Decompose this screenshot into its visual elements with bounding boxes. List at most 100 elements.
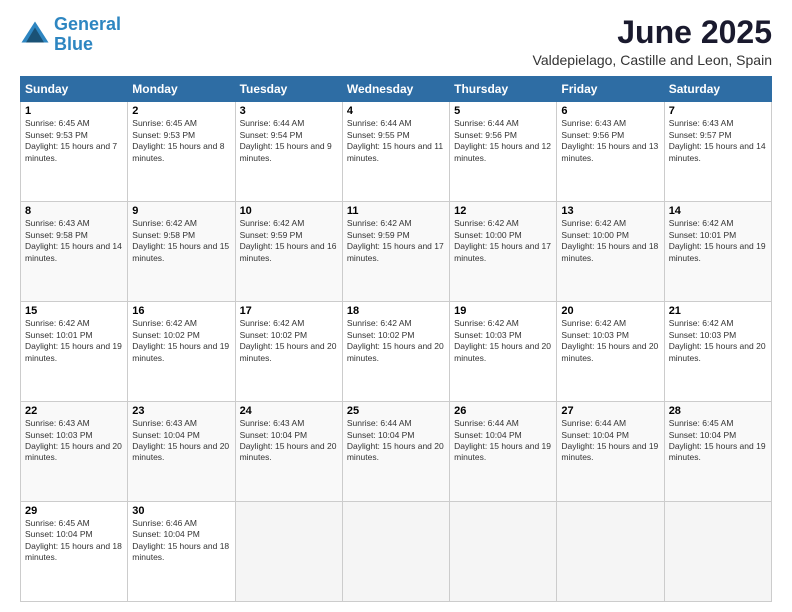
day-info: Sunrise: 6:44 AMSunset: 10:04 PMDaylight…: [347, 418, 445, 464]
logo-text: General Blue: [54, 15, 121, 55]
day-info: Sunrise: 6:44 AMSunset: 9:54 PMDaylight:…: [240, 118, 338, 164]
day-info: Sunrise: 6:42 AMSunset: 9:59 PMDaylight:…: [240, 218, 338, 264]
day-number: 22: [25, 405, 123, 417]
day-number: 10: [240, 205, 338, 217]
calendar-week-2: 8Sunrise: 6:43 AMSunset: 9:58 PMDaylight…: [21, 202, 772, 302]
day-info: Sunrise: 6:43 AMSunset: 9:56 PMDaylight:…: [561, 118, 659, 164]
header: General Blue June 2025 Valdepielago, Cas…: [20, 15, 772, 68]
day-info: Sunrise: 6:43 AMSunset: 10:04 PMDaylight…: [132, 418, 230, 464]
calendar-cell: [664, 502, 771, 602]
calendar-cell: [342, 502, 449, 602]
day-number: 27: [561, 405, 659, 417]
day-number: 7: [669, 105, 767, 117]
day-number: 13: [561, 205, 659, 217]
calendar-cell: 28Sunrise: 6:45 AMSunset: 10:04 PMDaylig…: [664, 402, 771, 502]
weekday-header-wednesday: Wednesday: [342, 77, 449, 102]
day-info: Sunrise: 6:45 AMSunset: 10:04 PMDaylight…: [669, 418, 767, 464]
day-info: Sunrise: 6:42 AMSunset: 10:00 PMDaylight…: [561, 218, 659, 264]
day-number: 2: [132, 105, 230, 117]
weekday-header-saturday: Saturday: [664, 77, 771, 102]
calendar-cell: 1Sunrise: 6:45 AMSunset: 9:53 PMDaylight…: [21, 102, 128, 202]
day-number: 20: [561, 305, 659, 317]
calendar-cell: 20Sunrise: 6:42 AMSunset: 10:03 PMDaylig…: [557, 302, 664, 402]
day-info: Sunrise: 6:42 AMSunset: 10:02 PMDaylight…: [240, 318, 338, 364]
day-info: Sunrise: 6:45 AMSunset: 10:04 PMDaylight…: [25, 518, 123, 564]
day-info: Sunrise: 6:42 AMSunset: 10:03 PMDaylight…: [669, 318, 767, 364]
day-info: Sunrise: 6:42 AMSunset: 10:03 PMDaylight…: [454, 318, 552, 364]
calendar-cell: 7Sunrise: 6:43 AMSunset: 9:57 PMDaylight…: [664, 102, 771, 202]
day-info: Sunrise: 6:45 AMSunset: 9:53 PMDaylight:…: [132, 118, 230, 164]
day-info: Sunrise: 6:43 AMSunset: 9:58 PMDaylight:…: [25, 218, 123, 264]
day-number: 26: [454, 405, 552, 417]
calendar-cell: 18Sunrise: 6:42 AMSunset: 10:02 PMDaylig…: [342, 302, 449, 402]
day-number: 18: [347, 305, 445, 317]
calendar-week-1: 1Sunrise: 6:45 AMSunset: 9:53 PMDaylight…: [21, 102, 772, 202]
calendar-cell: 3Sunrise: 6:44 AMSunset: 9:54 PMDaylight…: [235, 102, 342, 202]
title-block: June 2025 Valdepielago, Castille and Leo…: [533, 15, 772, 68]
day-number: 12: [454, 205, 552, 217]
day-number: 29: [25, 505, 123, 517]
weekday-header-friday: Friday: [557, 77, 664, 102]
calendar-cell: 29Sunrise: 6:45 AMSunset: 10:04 PMDaylig…: [21, 502, 128, 602]
calendar-cell: [235, 502, 342, 602]
day-number: 19: [454, 305, 552, 317]
calendar-cell: 4Sunrise: 6:44 AMSunset: 9:55 PMDaylight…: [342, 102, 449, 202]
day-number: 11: [347, 205, 445, 217]
calendar-title: June 2025: [533, 15, 772, 50]
day-info: Sunrise: 6:42 AMSunset: 10:01 PMDaylight…: [25, 318, 123, 364]
day-number: 1: [25, 105, 123, 117]
calendar-cell: 26Sunrise: 6:44 AMSunset: 10:04 PMDaylig…: [450, 402, 557, 502]
day-info: Sunrise: 6:42 AMSunset: 10:00 PMDaylight…: [454, 218, 552, 264]
calendar-cell: 16Sunrise: 6:42 AMSunset: 10:02 PMDaylig…: [128, 302, 235, 402]
day-info: Sunrise: 6:42 AMSunset: 9:59 PMDaylight:…: [347, 218, 445, 264]
day-number: 8: [25, 205, 123, 217]
weekday-header-row: SundayMondayTuesdayWednesdayThursdayFrid…: [21, 77, 772, 102]
day-number: 4: [347, 105, 445, 117]
day-number: 6: [561, 105, 659, 117]
calendar-cell: 12Sunrise: 6:42 AMSunset: 10:00 PMDaylig…: [450, 202, 557, 302]
day-number: 9: [132, 205, 230, 217]
day-info: Sunrise: 6:42 AMSunset: 10:02 PMDaylight…: [132, 318, 230, 364]
calendar-week-5: 29Sunrise: 6:45 AMSunset: 10:04 PMDaylig…: [21, 502, 772, 602]
logo-line2: Blue: [54, 34, 93, 54]
day-number: 23: [132, 405, 230, 417]
day-number: 3: [240, 105, 338, 117]
calendar-cell: 6Sunrise: 6:43 AMSunset: 9:56 PMDaylight…: [557, 102, 664, 202]
calendar-cell: [557, 502, 664, 602]
day-info: Sunrise: 6:42 AMSunset: 10:01 PMDaylight…: [669, 218, 767, 264]
day-info: Sunrise: 6:42 AMSunset: 10:03 PMDaylight…: [561, 318, 659, 364]
weekday-header-sunday: Sunday: [21, 77, 128, 102]
calendar-cell: 2Sunrise: 6:45 AMSunset: 9:53 PMDaylight…: [128, 102, 235, 202]
day-info: Sunrise: 6:42 AMSunset: 9:58 PMDaylight:…: [132, 218, 230, 264]
calendar-cell: 17Sunrise: 6:42 AMSunset: 10:02 PMDaylig…: [235, 302, 342, 402]
day-info: Sunrise: 6:44 AMSunset: 10:04 PMDaylight…: [454, 418, 552, 464]
calendar-cell: 22Sunrise: 6:43 AMSunset: 10:03 PMDaylig…: [21, 402, 128, 502]
day-info: Sunrise: 6:43 AMSunset: 10:03 PMDaylight…: [25, 418, 123, 464]
calendar-subtitle: Valdepielago, Castille and Leon, Spain: [533, 52, 772, 68]
calendar-cell: 24Sunrise: 6:43 AMSunset: 10:04 PMDaylig…: [235, 402, 342, 502]
day-number: 21: [669, 305, 767, 317]
calendar-cell: [450, 502, 557, 602]
calendar-cell: 14Sunrise: 6:42 AMSunset: 10:01 PMDaylig…: [664, 202, 771, 302]
calendar-cell: 23Sunrise: 6:43 AMSunset: 10:04 PMDaylig…: [128, 402, 235, 502]
calendar-cell: 5Sunrise: 6:44 AMSunset: 9:56 PMDaylight…: [450, 102, 557, 202]
day-number: 24: [240, 405, 338, 417]
logo: General Blue: [20, 15, 121, 55]
calendar-cell: 19Sunrise: 6:42 AMSunset: 10:03 PMDaylig…: [450, 302, 557, 402]
day-number: 5: [454, 105, 552, 117]
calendar-cell: 27Sunrise: 6:44 AMSunset: 10:04 PMDaylig…: [557, 402, 664, 502]
day-info: Sunrise: 6:45 AMSunset: 9:53 PMDaylight:…: [25, 118, 123, 164]
day-number: 30: [132, 505, 230, 517]
calendar-cell: 25Sunrise: 6:44 AMSunset: 10:04 PMDaylig…: [342, 402, 449, 502]
calendar-cell: 11Sunrise: 6:42 AMSunset: 9:59 PMDayligh…: [342, 202, 449, 302]
weekday-header-thursday: Thursday: [450, 77, 557, 102]
day-info: Sunrise: 6:43 AMSunset: 9:57 PMDaylight:…: [669, 118, 767, 164]
logo-line1: General: [54, 14, 121, 34]
day-number: 16: [132, 305, 230, 317]
calendar-cell: 15Sunrise: 6:42 AMSunset: 10:01 PMDaylig…: [21, 302, 128, 402]
day-number: 25: [347, 405, 445, 417]
calendar-week-3: 15Sunrise: 6:42 AMSunset: 10:01 PMDaylig…: [21, 302, 772, 402]
weekday-header-tuesday: Tuesday: [235, 77, 342, 102]
calendar-cell: 8Sunrise: 6:43 AMSunset: 9:58 PMDaylight…: [21, 202, 128, 302]
day-info: Sunrise: 6:44 AMSunset: 9:56 PMDaylight:…: [454, 118, 552, 164]
